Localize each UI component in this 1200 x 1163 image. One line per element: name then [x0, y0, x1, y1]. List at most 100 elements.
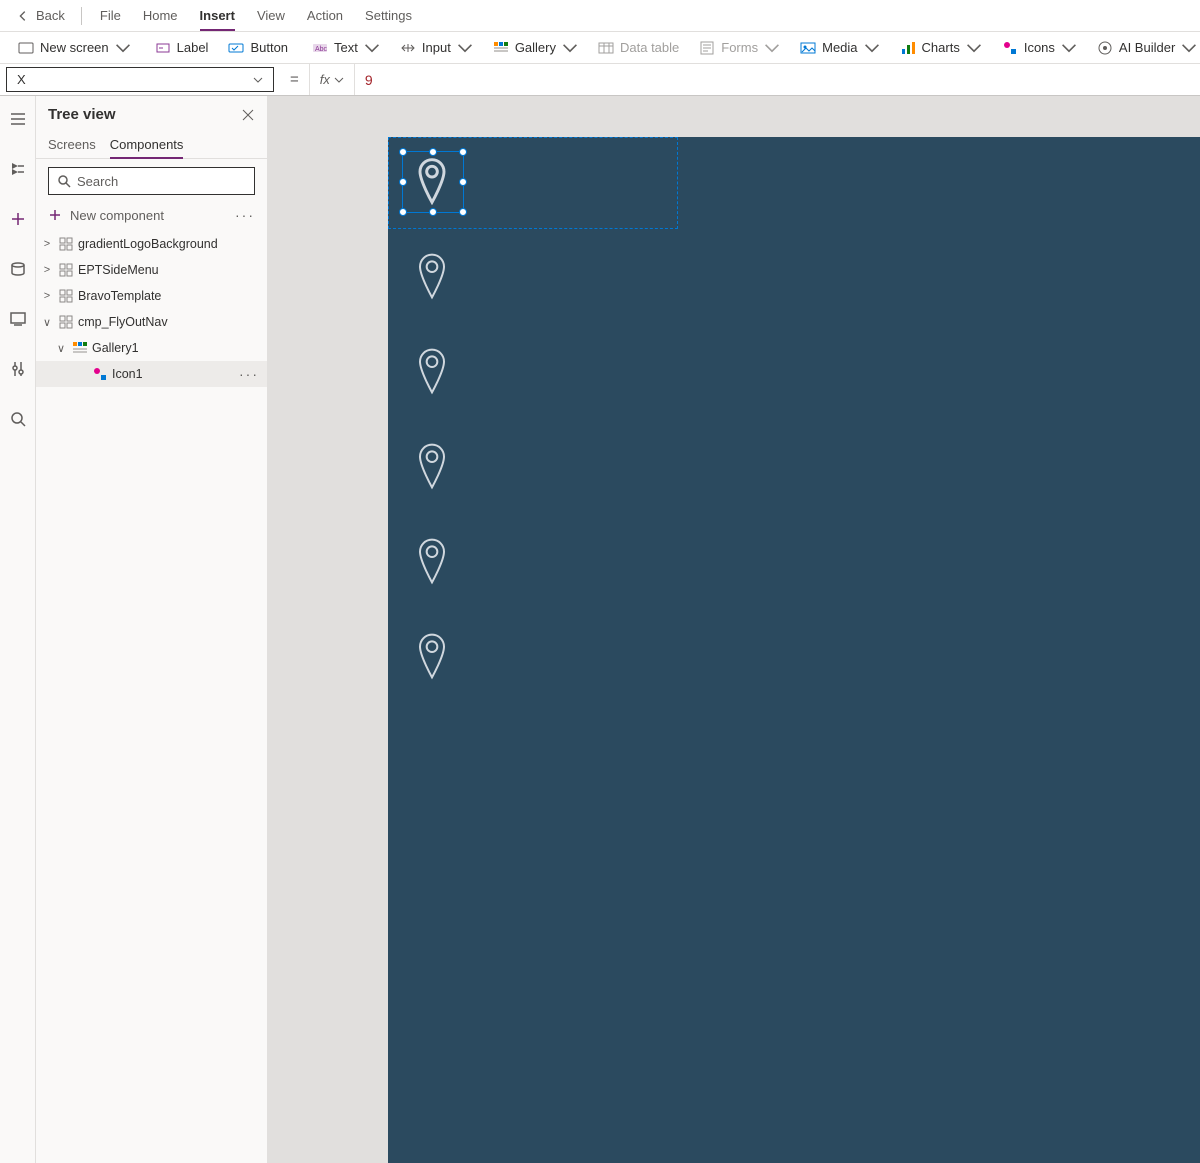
- ribbon-icons[interactable]: Icons: [992, 32, 1087, 63]
- equals-label: =: [280, 64, 309, 95]
- location-pin-icon[interactable]: [416, 347, 448, 395]
- menu-settings[interactable]: Settings: [355, 0, 422, 31]
- chevron-down-icon: [253, 75, 263, 85]
- expand-icon[interactable]: >: [40, 238, 54, 250]
- chevron-down-icon: [966, 40, 982, 56]
- search-placeholder: Search: [77, 174, 118, 189]
- tree-view-panel: Tree view Screens Components Search New …: [36, 96, 268, 1163]
- resize-handle[interactable]: [399, 208, 407, 216]
- charts-icon: [900, 40, 916, 56]
- formula-input[interactable]: 9: [355, 64, 1200, 95]
- menu-insert[interactable]: Insert: [190, 0, 245, 31]
- resize-handle[interactable]: [429, 148, 437, 156]
- tree-item-cmp_FlyOutNav[interactable]: ∨ cmp_FlyOutNav: [36, 309, 267, 335]
- menu-file[interactable]: File: [90, 0, 131, 31]
- ribbon-button[interactable]: Button: [218, 32, 298, 63]
- property-selector[interactable]: X: [6, 67, 274, 92]
- new-component-row: New component ···: [36, 203, 267, 231]
- component-icon: [58, 288, 74, 304]
- chevron-down-icon: [1181, 40, 1197, 56]
- icons-icon: [92, 366, 108, 382]
- tab-components[interactable]: Components: [110, 131, 184, 158]
- tree-item-EPTSideMenu[interactable]: > EPTSideMenu: [36, 257, 267, 283]
- tree-search-input[interactable]: Search: [48, 167, 255, 195]
- component-icon: [58, 314, 74, 330]
- data-table-icon: [598, 40, 614, 56]
- collapse-icon[interactable]: ∨: [54, 342, 68, 355]
- gallery-icon: [72, 340, 88, 356]
- location-pin-icon[interactable]: [416, 252, 448, 300]
- ribbon-text[interactable]: Abc Text: [302, 32, 390, 63]
- resize-handle[interactable]: [399, 178, 407, 186]
- ribbon-new-screen[interactable]: New screen: [8, 32, 141, 63]
- collapse-icon[interactable]: ∨: [40, 316, 54, 329]
- ribbon-input[interactable]: Input: [390, 32, 483, 63]
- menu-action[interactable]: Action: [297, 0, 353, 31]
- expand-icon[interactable]: >: [40, 264, 54, 276]
- tree-list: > gradientLogoBackground > EPTSideMenu >…: [36, 231, 267, 1163]
- resize-handle[interactable]: [399, 148, 407, 156]
- tree-tabs: Screens Components: [36, 127, 267, 159]
- tab-screens[interactable]: Screens: [48, 131, 96, 158]
- location-pin-icon[interactable]: [416, 537, 448, 585]
- new-component-button[interactable]: New component: [48, 208, 164, 223]
- ribbon-ai-builder[interactable]: AI Builder: [1087, 32, 1200, 63]
- top-menu-bar: Back File Home Insert View Action Settin…: [0, 0, 1200, 32]
- resize-handle[interactable]: [459, 208, 467, 216]
- rail-data[interactable]: [0, 252, 36, 286]
- menu-view[interactable]: View: [247, 0, 295, 31]
- gallery-icon: [493, 40, 509, 56]
- chevron-down-icon: [864, 40, 880, 56]
- location-pin-icon[interactable]: [416, 442, 448, 490]
- plus-icon: [48, 208, 62, 222]
- main-area: Tree view Screens Components Search New …: [0, 96, 1200, 1163]
- tree-item-BravoTemplate[interactable]: > BravoTemplate: [36, 283, 267, 309]
- expand-icon[interactable]: >: [40, 290, 54, 302]
- back-button[interactable]: Back: [8, 0, 73, 31]
- canvas-area[interactable]: [268, 96, 1200, 1163]
- location-pin-icon[interactable]: [416, 157, 448, 205]
- rail-tree-view[interactable]: [0, 152, 36, 186]
- ai-builder-icon: [1097, 40, 1113, 56]
- location-pin-icon[interactable]: [416, 632, 448, 680]
- fx-button[interactable]: fx: [309, 64, 355, 95]
- label-icon: [155, 40, 171, 56]
- tree-item-Gallery1[interactable]: ∨ Gallery1: [36, 335, 267, 361]
- back-label: Back: [36, 8, 65, 23]
- button-icon: [228, 40, 244, 56]
- tree-title: Tree view: [48, 106, 116, 123]
- canvas-component-surface[interactable]: [388, 137, 1200, 1163]
- component-icon: [58, 262, 74, 278]
- tree-item-more-button[interactable]: ···: [239, 366, 259, 382]
- search-icon: [57, 174, 71, 188]
- menu-home[interactable]: Home: [133, 0, 188, 31]
- rail-media[interactable]: [0, 302, 36, 336]
- rail-hamburger[interactable]: [0, 102, 36, 136]
- rail-search[interactable]: [0, 402, 36, 436]
- tree-search-row: Search: [36, 159, 267, 203]
- resize-handle[interactable]: [459, 178, 467, 186]
- menu-divider: [81, 7, 82, 25]
- svg-text:Abc: Abc: [315, 46, 328, 53]
- tree-item-Icon1[interactable]: Icon1 ···: [36, 361, 267, 387]
- text-icon: Abc: [312, 40, 328, 56]
- rail-insert[interactable]: [0, 202, 36, 236]
- chevron-down-icon: [334, 75, 344, 85]
- resize-handle[interactable]: [459, 148, 467, 156]
- input-icon: [400, 40, 416, 56]
- more-menu-button[interactable]: ···: [235, 207, 255, 223]
- chevron-down-icon: [457, 40, 473, 56]
- ribbon-media[interactable]: Media: [790, 32, 889, 63]
- resize-handle[interactable]: [429, 208, 437, 216]
- chevron-down-icon: [1061, 40, 1077, 56]
- ribbon-forms[interactable]: Forms: [689, 32, 790, 63]
- ribbon-data-table[interactable]: Data table: [588, 32, 689, 63]
- tree-item-gradientLogoBackground[interactable]: > gradientLogoBackground: [36, 231, 267, 257]
- close-icon[interactable]: [241, 108, 255, 122]
- ribbon-label[interactable]: Label: [145, 32, 219, 63]
- ribbon-charts[interactable]: Charts: [890, 32, 992, 63]
- rail-advanced[interactable]: [0, 352, 36, 386]
- ribbon-gallery[interactable]: Gallery: [483, 32, 588, 63]
- ribbon-toolbar: New screen Label Button Abc Text Input G…: [0, 32, 1200, 64]
- chevron-down-icon: [562, 40, 578, 56]
